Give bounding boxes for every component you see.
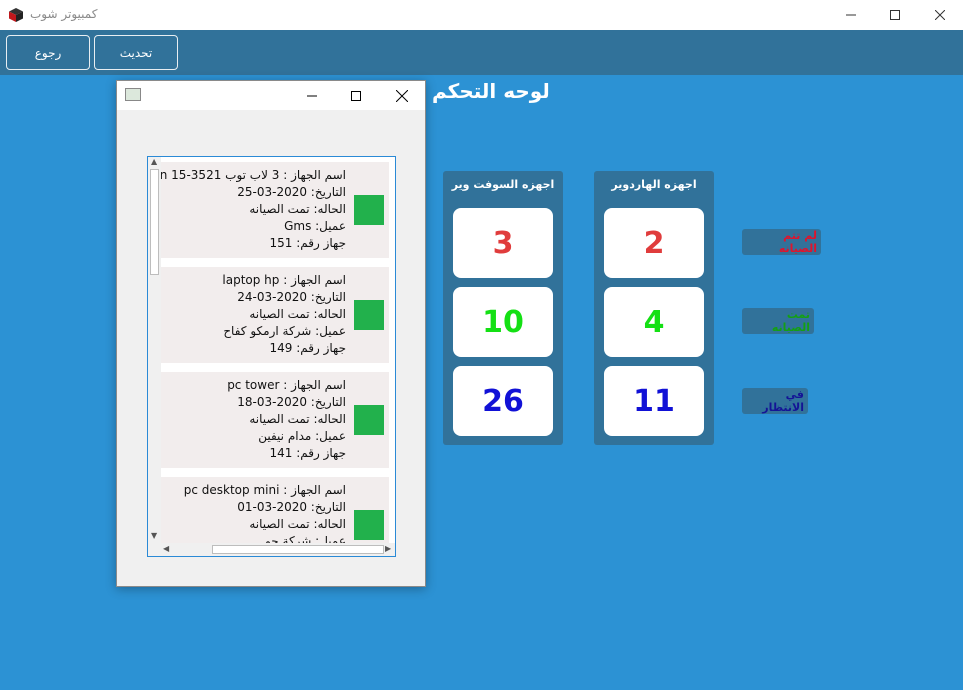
- page-title: لوحه التحكم: [432, 79, 550, 103]
- device-client: عميل: Gms: [284, 219, 346, 233]
- minimize-button[interactable]: [828, 0, 874, 30]
- back-button[interactable]: رجوع: [6, 35, 90, 70]
- device-date: التاريخ: 2020-03-24: [237, 290, 346, 304]
- device-client: عميل: شركة جو: [265, 534, 346, 543]
- legend-done: تمت الصيانه: [742, 308, 814, 334]
- vertical-scroll-thumb[interactable]: [150, 169, 159, 275]
- device-date: التاريخ: 2020-03-01: [237, 500, 346, 514]
- legend-not-done: لم تتم الصيانه: [742, 229, 821, 255]
- popup-close-button[interactable]: [379, 81, 425, 110]
- hardware-not-done-count[interactable]: 2: [604, 208, 704, 278]
- scroll-down-icon[interactable]: ▼: [151, 531, 157, 540]
- device-status: الحاله: تمت الصيانه: [249, 202, 346, 216]
- devices-list[interactable]: اسم الجهاز : 3 لاب توب 3521-15 iron التا…: [147, 156, 396, 557]
- scroll-up-icon[interactable]: ▲: [151, 157, 157, 166]
- device-name: اسم الجهاز : laptop hp: [222, 273, 346, 287]
- device-status: الحاله: تمت الصيانه: [249, 517, 346, 531]
- maximize-icon: [890, 10, 900, 20]
- device-name: اسم الجهاز : pc tower: [227, 378, 346, 392]
- minimize-icon: [307, 95, 317, 96]
- devices-list-viewport: اسم الجهاز : 3 لاب توب 3521-15 iron التا…: [148, 157, 395, 543]
- hardware-waiting-count[interactable]: 11: [604, 366, 704, 436]
- popup-minimize-button[interactable]: [289, 81, 335, 110]
- device-number: جهاز رقم: 141: [269, 446, 347, 460]
- device-name: اسم الجهاز : pc desktop mini: [183, 483, 346, 497]
- device-date: التاريخ: 2020-03-18: [237, 395, 346, 409]
- close-icon: [396, 89, 408, 102]
- hardware-done-count[interactable]: 4: [604, 287, 704, 357]
- software-waiting-count[interactable]: 26: [453, 366, 553, 436]
- software-panel-header: اجهزه السوفت وير: [451, 178, 555, 191]
- device-number: جهاز رقم: 149: [269, 341, 347, 355]
- scroll-right-icon[interactable]: ▶: [385, 544, 391, 553]
- app-cube-icon: [9, 8, 23, 22]
- close-icon: [935, 10, 945, 20]
- window-title: كمبيوتر شوب: [30, 7, 98, 21]
- device-status: الحاله: تمت الصيانه: [249, 412, 346, 426]
- maximize-button[interactable]: [872, 0, 918, 30]
- device-client: عميل: شركة ارمكو كفاح: [223, 324, 346, 338]
- status-swatch: [354, 510, 384, 540]
- status-swatch: [354, 300, 384, 330]
- horizontal-scroll-thumb[interactable]: [212, 545, 384, 554]
- popup-title-bar: [117, 81, 425, 110]
- maximize-icon: [351, 90, 361, 101]
- software-panel: اجهزه السوفت وير 3 10 26: [443, 171, 563, 445]
- close-button[interactable]: [917, 0, 963, 30]
- device-name: اسم الجهاز : 3 لاب توب 3521-15 iron: [148, 168, 346, 182]
- device-number: جهاز رقم: 151: [269, 236, 347, 250]
- toolbar: رجوع تحديث: [0, 30, 963, 75]
- status-swatch: [354, 195, 384, 225]
- refresh-button[interactable]: تحديث: [94, 35, 178, 70]
- status-swatch: [354, 405, 384, 435]
- legend-waiting: في الانتظار: [742, 388, 808, 414]
- scroll-left-icon[interactable]: ◀: [163, 544, 169, 553]
- window-app-icon: [125, 88, 141, 101]
- software-done-count[interactable]: 10: [453, 287, 553, 357]
- vertical-scrollbar[interactable]: ▲ ▼: [148, 157, 161, 543]
- hardware-panel-header: اجهزه الهاردوير: [611, 178, 697, 191]
- title-bar: كمبيوتر شوب: [0, 0, 963, 30]
- software-not-done-count[interactable]: 3: [453, 208, 553, 278]
- devices-popup-window: اسم الجهاز : 3 لاب توب 3521-15 iron التا…: [116, 80, 426, 587]
- hardware-panel: اجهزه الهاردوير 2 4 11: [594, 171, 714, 445]
- device-status: الحاله: تمت الصيانه: [249, 307, 346, 321]
- popup-maximize-button[interactable]: [333, 81, 379, 110]
- minimize-icon: [846, 14, 856, 16]
- device-date: التاريخ: 2020-03-25: [237, 185, 346, 199]
- horizontal-scrollbar[interactable]: ◀ ▶: [148, 543, 395, 556]
- device-client: عميل: مدام نيفين: [258, 429, 346, 443]
